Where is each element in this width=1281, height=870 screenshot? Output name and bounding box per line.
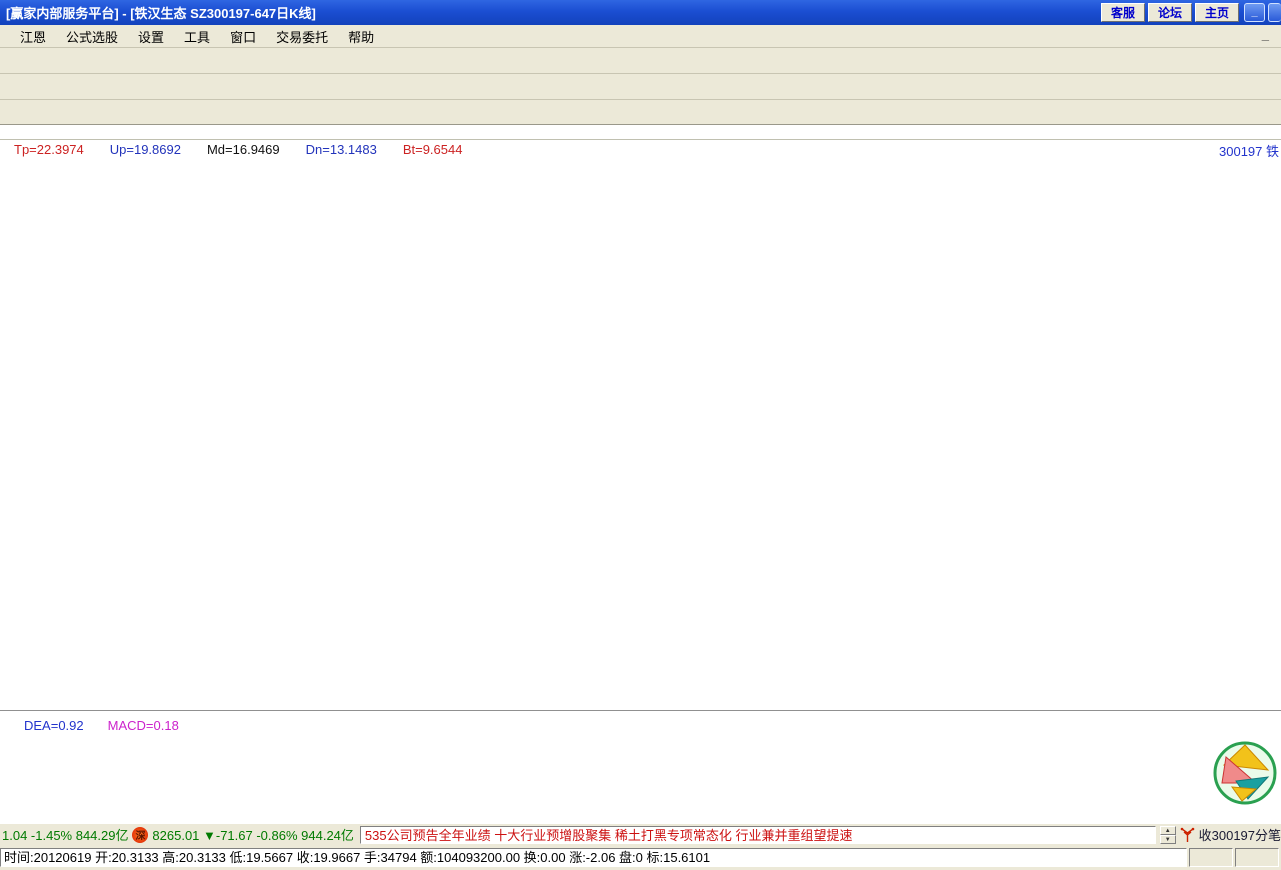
forum-button[interactable]: 论坛 xyxy=(1148,3,1192,22)
status-bar-indexes: 1.04 -1.45% 844.29亿 深 8265.01 ▼-71.67 -0… xyxy=(0,823,1281,845)
dea-value: DEA=0.92 xyxy=(24,718,84,733)
service-button[interactable]: 客服 xyxy=(1101,3,1145,22)
minimize-button[interactable]: _ xyxy=(1244,3,1265,22)
spinner-up-icon[interactable]: ▲ xyxy=(1160,826,1176,835)
antenna-icon xyxy=(1180,827,1195,843)
index-a-quote: 1.04 -1.45% 844.29亿 xyxy=(2,825,128,844)
bt-value: Bt=9.6544 xyxy=(403,142,463,157)
window-title: [赢家内部服务平台] - [铁汉生态 SZ300197-647日K线] xyxy=(6,3,316,22)
shenzhen-index-icon: 深 xyxy=(132,827,148,843)
date-axis xyxy=(0,125,1281,140)
chart-region: Tp=22.3974 Up=19.8692 Md=16.9469 Dn=13.1… xyxy=(0,125,1281,823)
mdi-minimize-icon[interactable]: _ xyxy=(1262,27,1269,42)
index-b-quote: 8265.01 ▼-71.67 -0.86% 944.24亿 xyxy=(152,825,354,844)
title-bar: [赢家内部服务平台] - [铁汉生态 SZ300197-647日K线] 客服 论… xyxy=(0,0,1281,25)
menu-bar: 江恩公式选股设置工具窗口交易委托帮助_ xyxy=(0,25,1281,48)
dn-value: Dn=13.1483 xyxy=(306,142,377,157)
status-cell-b xyxy=(1235,848,1279,867)
gann-logo xyxy=(1212,737,1278,819)
ticker-spinner[interactable]: ▲ ▼ xyxy=(1160,826,1176,844)
spinner-down-icon[interactable]: ▼ xyxy=(1160,835,1176,844)
tp-value: Tp=22.3974 xyxy=(14,142,84,157)
symbol-label: 300197 铁 xyxy=(1219,141,1279,160)
homepage-button[interactable]: 主页 xyxy=(1195,3,1239,22)
news-ticker[interactable]: 535公司预告全年业绩 十大行业预增股聚集 稀土打黑专项常态化 行业兼并重组望提… xyxy=(360,826,1156,844)
receive-status: 收300197分笔 xyxy=(1199,825,1281,844)
md-value: Md=16.9469 xyxy=(207,142,280,157)
maximize-button[interactable] xyxy=(1268,3,1281,22)
status-bar-ohlc: 时间:20120619 开:20.3133 高:20.3133 低:19.566… xyxy=(0,845,1281,870)
macd-values-line: DEA=0.92 MACD=0.18 xyxy=(24,718,179,733)
up-value: Up=19.8692 xyxy=(110,142,181,157)
macd-chart-canvas[interactable] xyxy=(0,712,1281,823)
ohlc-readout: 时间:20120619 开:20.3133 高:20.3133 低:19.566… xyxy=(0,848,1187,867)
status-cell-a xyxy=(1189,848,1233,867)
main-chart-canvas[interactable] xyxy=(0,140,1281,712)
macd-value: MACD=0.18 xyxy=(108,718,179,733)
toolbar-navigation xyxy=(0,74,1281,100)
toolbar-charts xyxy=(0,48,1281,74)
band-values-line: Tp=22.3974 Up=19.8692 Md=16.9469 Dn=13.1… xyxy=(14,142,462,157)
toolbar-drawing xyxy=(0,100,1281,125)
